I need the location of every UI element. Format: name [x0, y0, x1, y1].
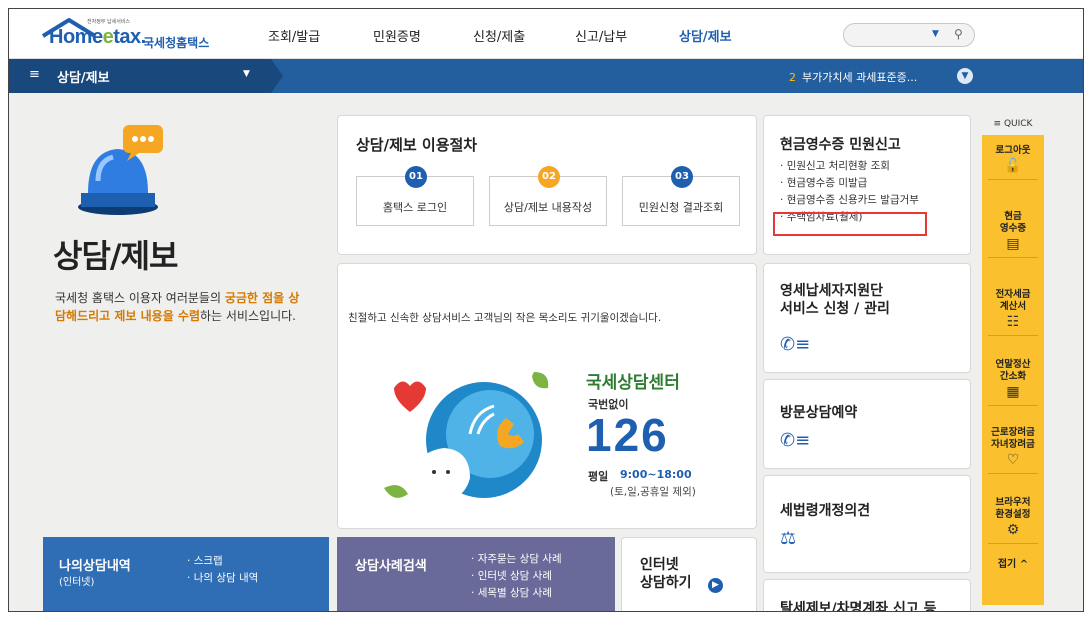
case-search-card[interactable]: 상담사례검색 자주묻는 상담 사례 인터넷 상담 사례 세목별 상담 사례 [337, 537, 615, 611]
nav-application[interactable]: 신청/제출 [473, 26, 525, 45]
logo-wordmark: Homeetax. [49, 26, 146, 48]
gavel-icon: ⚖ [780, 528, 797, 549]
arrow-right-icon[interactable]: ▶ [708, 578, 723, 593]
business-hours: 9:00~18:00 [620, 468, 692, 481]
nav-inquiry[interactable]: 조회/발급 [268, 26, 320, 45]
my-history-list: 스크랩 나의 상담 내역 [187, 553, 259, 587]
caret-down-icon[interactable]: ▼ [932, 29, 939, 39]
step-number: 03 [671, 166, 693, 188]
nav-filing[interactable]: 신고/납부 [575, 26, 627, 45]
quick-e-invoice[interactable]: 전자세금 계산서 ☷ [982, 289, 1044, 336]
hours-label: 평일 [588, 470, 609, 483]
step-result[interactable]: 03 민원신청 결과조회 [622, 166, 740, 226]
quick-header: ≡ QUICK [982, 113, 1044, 135]
step-write[interactable]: 02 상담/제보 내용작성 [489, 166, 607, 226]
list-item[interactable]: 민원신고 처리현황 조회 [780, 158, 919, 175]
cash-receipt-title: 현금영수증 민원신고 [780, 137, 901, 153]
breadcrumb-bar: ≡ 상담/제보 ▼ 2 부가가치세 과세표준증... ▼ [9, 59, 1083, 93]
report-card[interactable]: 탈세제보/차명계좌 신고 등 [763, 579, 971, 612]
my-history-subtitle: (인터넷) [59, 577, 95, 588]
call-center-number: 126 [586, 409, 669, 461]
breadcrumb[interactable]: ≡ 상담/제보 ▼ [9, 59, 283, 93]
list-item[interactable]: 세목별 상담 사례 [471, 585, 562, 602]
visit-reservation-card[interactable]: 방문상담예약 ✆≡ [763, 379, 971, 469]
quick-logout[interactable]: 로그아웃 🔓 [982, 145, 1044, 180]
quick-year-end[interactable]: 연말정산 간소화 ▦ [982, 359, 1044, 406]
highlight-box [773, 212, 927, 236]
phone-globe-icon [384, 372, 549, 502]
procedure-card: 상담/제보 이용절차 01 홈택스 로그인 02 상담/제보 내용작성 03 민… [337, 115, 757, 255]
search-box[interactable]: ▼ ⚲ [843, 23, 975, 47]
quick-cash-receipt[interactable]: 현금 영수증 ▤ [982, 211, 1044, 258]
lock-icon: 🔓 [1004, 158, 1022, 174]
gear-icon: ⚙ [1006, 522, 1020, 538]
nav-consult[interactable]: 상담/제보 [679, 26, 732, 45]
siren-icon [78, 125, 163, 215]
app-frame: 전자정부 납세서비스 Homeetax. 국세청홈택스 조회/발급 민원증명 신… [8, 8, 1084, 612]
menu-icon[interactable]: ≡ [29, 67, 40, 82]
my-history-title: 나의상담내역 [59, 559, 131, 574]
list-item[interactable]: 현금영수증 미발급 [780, 175, 919, 192]
case-search-list: 자주묻는 상담 사례 인터넷 상담 사례 세목별 상담 사례 [471, 551, 562, 602]
calculator-icon: ▦ [1006, 384, 1020, 400]
phone-icon: ✆≡ [780, 430, 811, 451]
caret-down-icon[interactable]: ▼ [243, 69, 250, 79]
list-item[interactable]: 인터넷 상담 사례 [471, 568, 562, 585]
receipt-icon: ▤ [1006, 236, 1020, 252]
logo-tagline: 전자정부 납세서비스 [87, 19, 130, 25]
logo-subtitle: 국세청홈택스 [143, 36, 210, 50]
step-label: 민원신청 결과조회 [638, 201, 724, 214]
nav-certificates[interactable]: 민원증명 [373, 26, 421, 45]
notice-ticker[interactable]: 2 부가가치세 과세표준증... [789, 69, 917, 85]
list-item[interactable]: 자주묻는 상담 사례 [471, 551, 562, 568]
step-label: 홈택스 로그인 [382, 201, 448, 214]
call-center-card: 친절하고 신속한 상담서비스 고객님의 작은 목소리도 귀기울이겠습니다. 국세… [337, 263, 757, 529]
phone-icon: ✆≡ [780, 334, 811, 355]
report-title: 탈세제보/차명계좌 신고 등 [780, 601, 937, 612]
invoice-icon: ☷ [1006, 314, 1020, 330]
small-taxpayer-card[interactable]: 영세납세자지원단 서비스 신청 / 관리 ✆≡ [763, 263, 971, 373]
chevron-down-icon[interactable]: ▼ [957, 68, 973, 84]
page-description: 국세청 홈택스 이용자 여러분들의 궁금한 점을 상담해드리고 제보 내용을 수… [55, 291, 300, 323]
internet-consult-card[interactable]: 인터넷 상담하기 ▶ [621, 537, 757, 611]
breadcrumb-label: 상담/제보 [57, 71, 110, 86]
tax-law-title: 세법령개정의견 [780, 503, 871, 519]
procedure-title: 상담/제보 이용절차 [356, 136, 478, 154]
call-center-logo-text: 국세상담센터 [586, 373, 680, 393]
page-title: 상담/제보 [53, 237, 178, 275]
search-icon[interactable]: ⚲ [954, 27, 963, 41]
top-header: 전자정부 납세서비스 Homeetax. 국세청홈택스 조회/발급 민원증명 신… [9, 9, 1083, 59]
closed-days: (토,일,공휴일 제외) [610, 486, 696, 498]
quick-menu: ≡ QUICK 로그아웃 🔓 현금 영수증 ▤ 전자세금 계산서 ☷ 연말정산 간소화… [982, 113, 1044, 605]
step-label: 상담/제보 내용작성 [503, 201, 593, 214]
step-login[interactable]: 01 홈택스 로그인 [356, 166, 474, 226]
list-item[interactable]: 스크랩 [187, 553, 258, 570]
call-center-message: 친절하고 신속한 상담서비스 고객님의 작은 목소리도 귀기울이겠습니다. [348, 312, 662, 324]
quick-incentive[interactable]: 근로장려금 자녀장려금 ♡ [982, 427, 1044, 474]
case-search-title: 상담사례검색 [355, 559, 427, 574]
quick-fold-button[interactable]: 접기 ^ [982, 555, 1044, 570]
internet-consult-title: 인터넷 상담하기 [640, 557, 692, 591]
hometax-logo[interactable]: 전자정부 납세서비스 Homeetax. 국세청홈택스 [39, 18, 229, 52]
my-history-card[interactable]: 나의상담내역 (인터넷) 스크랩 나의 상담 내역 [43, 537, 329, 611]
quick-browser-settings[interactable]: 브라우저 환경설정 ⚙ [982, 497, 1044, 544]
visit-reservation-title: 방문상담예약 [780, 405, 858, 421]
tax-law-card[interactable]: 세법령개정의견 ⚖ [763, 475, 971, 573]
list-item[interactable]: 현금영수증 신용카드 발급거부 [780, 192, 919, 209]
heart-icon: ♡ [1006, 452, 1020, 468]
step-number: 01 [405, 166, 427, 188]
list-item[interactable]: 나의 상담 내역 [187, 570, 259, 587]
small-taxpayer-title: 영세납세자지원단 서비스 신청 / 관리 [780, 283, 890, 317]
step-number: 02 [538, 166, 560, 188]
